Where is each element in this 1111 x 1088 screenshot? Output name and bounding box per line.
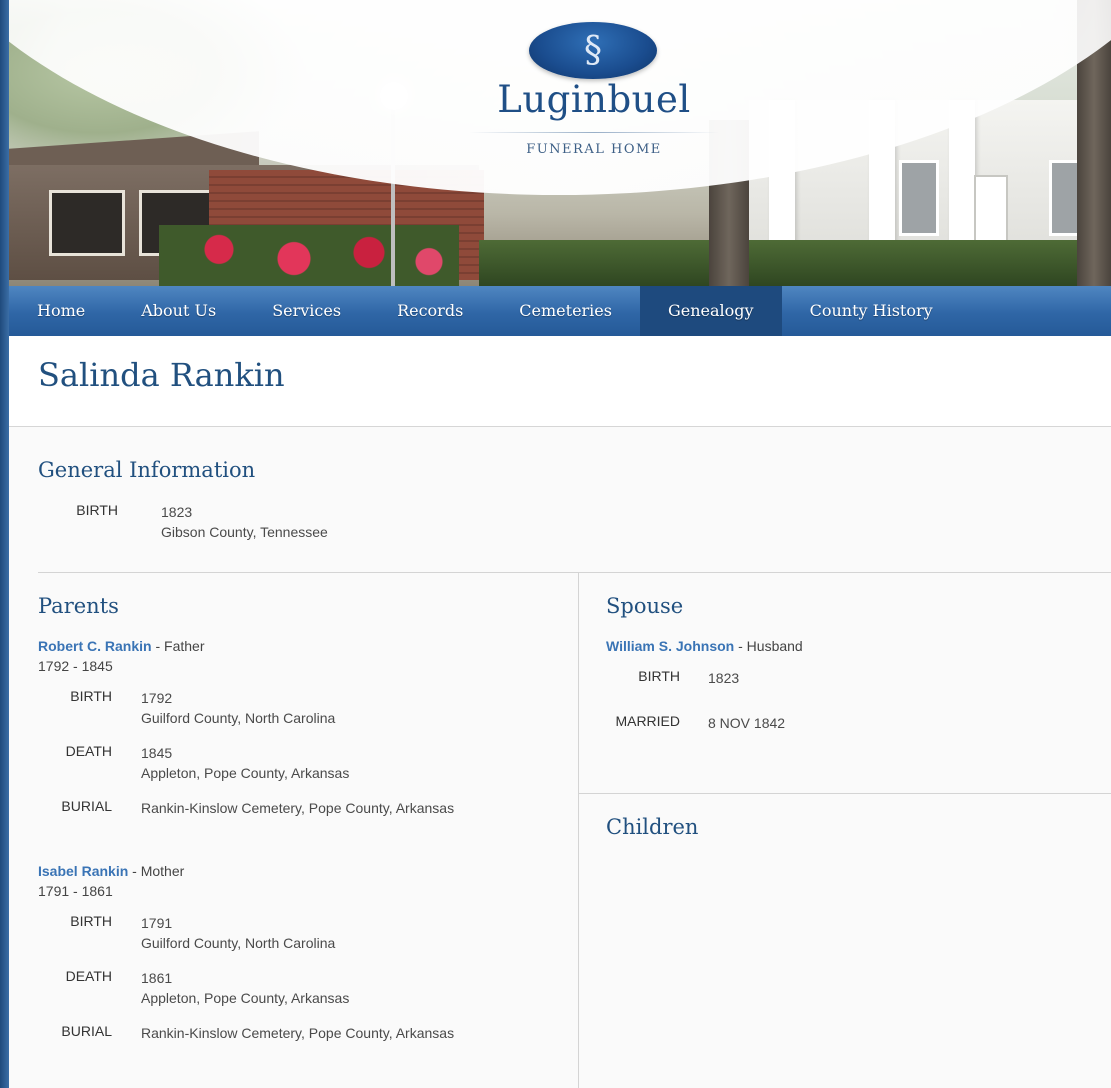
logo-subtitle: FUNERAL HOME <box>526 142 662 157</box>
father-burial-place: Rankin-Kinslow Cemetery, Pope County, Ar… <box>141 800 455 816</box>
nav-cemeteries[interactable]: Cemeteries <box>491 286 640 336</box>
nav-genealogy[interactable]: Genealogy <box>639 286 782 336</box>
nav-records[interactable]: Records <box>369 286 491 336</box>
father-entry: Robert C. Rankin - Father <box>38 638 204 656</box>
logo-name: Luginbuel <box>497 78 691 121</box>
spouse-relation: - Husband <box>734 638 803 654</box>
children-heading: Children <box>606 815 699 839</box>
parents-heading: Parents <box>38 594 119 618</box>
column-divider <box>578 572 579 1088</box>
nav-county-history[interactable]: County History <box>782 286 961 336</box>
birth-date: 1823 <box>161 504 193 520</box>
father-death-place: Appleton, Pope County, Arkansas <box>141 765 350 781</box>
married-date: 8 NOV 1842 <box>708 715 786 731</box>
spouse-entry: William S. Johnson - Husband <box>606 638 803 656</box>
site-logo[interactable]: § Luginbuel FUNERAL HOME <box>9 0 1111 200</box>
father-link[interactable]: Robert C. Rankin <box>38 638 152 654</box>
spouse-link[interactable]: William S. Johnson <box>606 638 734 654</box>
father-burial-label: BURIAL <box>61 798 112 814</box>
birth-place: Gibson County, Tennessee <box>161 524 328 540</box>
section-divider <box>579 793 1111 794</box>
nav-home[interactable]: Home <box>9 286 113 336</box>
father-birth-label: BIRTH <box>70 688 112 704</box>
spouse-birth-label: BIRTH <box>638 668 680 684</box>
mother-birth-date: 1791 <box>141 915 173 931</box>
logo-divider <box>469 132 719 133</box>
mother-entry: Isabel Rankin - Mother <box>38 863 184 881</box>
father-death-label: DEATH <box>65 743 112 759</box>
mother-death-date: 1861 <box>141 970 173 986</box>
mother-years: 1791 - 1861 <box>38 883 113 899</box>
mother-death-place: Appleton, Pope County, Arkansas <box>141 990 350 1006</box>
mother-link[interactable]: Isabel Rankin <box>38 863 128 879</box>
nav-services[interactable]: Services <box>244 286 369 336</box>
father-birth-place: Guilford County, North Carolina <box>141 710 336 726</box>
banner-shrubs <box>479 240 1111 286</box>
mother-relation: - Mother <box>128 863 185 879</box>
mother-burial-place: Rankin-Kinslow Cemetery, Pope County, Ar… <box>141 1025 455 1041</box>
logo-monogram-icon: § <box>529 22 657 79</box>
spouse-birth-date: 1823 <box>708 670 740 686</box>
mother-birth-label: BIRTH <box>70 913 112 929</box>
left-border <box>0 0 9 1088</box>
mother-death-label: DEATH <box>65 968 112 984</box>
general-information-heading: General Information <box>38 458 256 482</box>
nav-about-us[interactable]: About Us <box>113 286 244 336</box>
spouse-heading: Spouse <box>606 594 684 618</box>
married-label: MARRIED <box>615 713 680 729</box>
mother-burial-label: BURIAL <box>61 1023 112 1039</box>
section-divider <box>38 572 1111 573</box>
father-birth-date: 1792 <box>141 690 173 706</box>
mother-birth-place: Guilford County, North Carolina <box>141 935 336 951</box>
page-title: Salinda Rankin <box>38 356 285 394</box>
header-banner: § Luginbuel FUNERAL HOME <box>9 0 1111 286</box>
main-nav: Home About Us Services Records Cemeterie… <box>9 286 1111 336</box>
father-years: 1792 - 1845 <box>38 658 113 674</box>
father-death-date: 1845 <box>141 745 173 761</box>
page-frame: § Luginbuel FUNERAL HOME Home About Us S… <box>9 0 1111 1088</box>
father-relation: - Father <box>151 638 205 654</box>
birth-label: BIRTH <box>76 502 118 518</box>
banner-flowers <box>159 225 459 286</box>
